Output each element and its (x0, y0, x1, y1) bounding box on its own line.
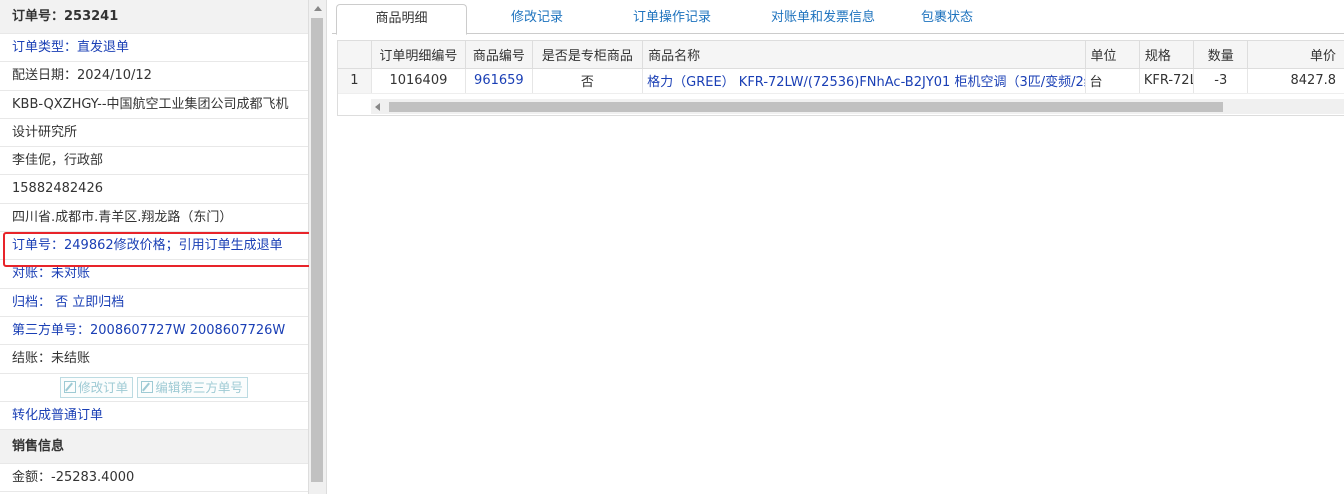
column-header[interactable]: 商品编号 (465, 41, 533, 69)
product-detail-grid: 订单明细编号 商品编号 是否是专柜商品 商品名称 单位 规格 数量 单价 1 1… (337, 40, 1344, 116)
product-id-link[interactable]: 961659 (465, 68, 533, 94)
row-number: 1 (338, 68, 372, 94)
spec-cell: KFR-72LW (1139, 68, 1195, 94)
tab-statement-invoice[interactable]: 对账单和发票信息 (744, 4, 902, 34)
column-header[interactable]: 单价 (1247, 41, 1344, 69)
product-name-link[interactable]: 格力（GREE） KFR-72LW/(72536)FNhAc-B2JY01 柜机… (642, 68, 1086, 94)
is-counter-cell: 否 (532, 68, 644, 94)
horizontal-scrollbar-thumb[interactable] (389, 102, 1223, 112)
amount-text: 金额：-25283.4000 (0, 464, 308, 493)
column-header[interactable]: 规格 (1139, 41, 1195, 69)
left-panel-scrollbar[interactable] (309, 0, 327, 494)
tab-order-operation-log[interactable]: 订单操作记录 (612, 4, 732, 34)
archive-status-row[interactable]: 归档： 否 立即归档 (0, 289, 308, 317)
detail-panel: 商品明细 修改记录 订单操作记录 对账单和发票信息 包裹状态 订单明细编号 商品… (332, 0, 1344, 494)
edit-order-button[interactable]: 修改订单 (60, 376, 134, 398)
reconciliation-status-row[interactable]: 对账：未对账 (0, 260, 308, 289)
sales-info-header: 销售信息 (0, 430, 308, 465)
edit-third-party-number-button[interactable]: 编辑第三方单号 (137, 376, 248, 398)
customer-name-cont-row: 设计研究所 (0, 119, 308, 148)
scrollbar-thumb[interactable] (311, 18, 323, 482)
scroll-left-arrow-icon[interactable] (375, 103, 380, 111)
row-number-header (338, 41, 372, 69)
horizontal-scrollbar[interactable] (371, 99, 1344, 114)
tab-modification-log[interactable]: 修改记录 (482, 4, 592, 34)
tab-bar: 商品明细 修改记录 订单操作记录 对账单和发票信息 包裹状态 (332, 0, 1344, 35)
table-row[interactable]: 1 1016409 961659 否 格力（GREE） KFR-72LW/(72… (338, 68, 1344, 94)
customer-name-row: KBB-QXZHGY--中国航空工业集团公司成都飞机 (0, 91, 308, 119)
order-type-row[interactable]: 订单类型：直发退单 (0, 34, 308, 63)
related-order-note-row[interactable]: 订单号：249862修改价格；引用订单生成退单 (0, 232, 308, 261)
column-header[interactable]: 商品名称 (642, 41, 1086, 69)
tab-package-status[interactable]: 包裹状态 (902, 4, 992, 34)
order-info-panel: 订单号：253241 订单类型：直发退单 配送日期：2024/10/12 KBB-Q… (0, 0, 309, 494)
contact-person-row: 李佳伲，行政部 (0, 147, 308, 176)
column-header[interactable]: 是否是专柜商品 (532, 41, 644, 69)
tab-product-details[interactable]: 商品明细 (336, 4, 467, 35)
convert-to-normal-order-link[interactable]: 转化成普通订单 (0, 402, 308, 431)
delivery-date-row: 配送日期：2024/10/12 (0, 62, 308, 91)
order-action-buttons: 修改订单 编辑第三方单号 (0, 374, 308, 402)
detail-id-cell: 1016409 (371, 68, 467, 94)
settlement-status-row: 结账：未结账 (0, 345, 308, 374)
third-party-number-row[interactable]: 第三方单号：2008607727W 2008607726W (0, 317, 308, 346)
unit-cell: 台 (1085, 68, 1140, 94)
scroll-up-arrow-icon[interactable] (314, 6, 322, 11)
column-header[interactable]: 订单明细编号 (371, 41, 467, 69)
edit-icon (64, 380, 77, 393)
quantity-cell: -3 (1193, 68, 1249, 94)
order-number-header: 订单号：253241 (0, 0, 308, 34)
phone-number-row: 15882482426 (0, 175, 308, 204)
edit-third-party-label: 编辑第三方单号 (155, 379, 243, 395)
column-header[interactable]: 数量 (1193, 41, 1249, 69)
price-cell: 8427.8 (1247, 68, 1344, 94)
edit-icon (141, 380, 154, 393)
address-row: 四川省.成都市.青羊区.翔龙路（东门） (0, 204, 308, 233)
edit-order-label: 修改订单 (78, 379, 129, 395)
column-header[interactable]: 单位 (1085, 41, 1140, 69)
